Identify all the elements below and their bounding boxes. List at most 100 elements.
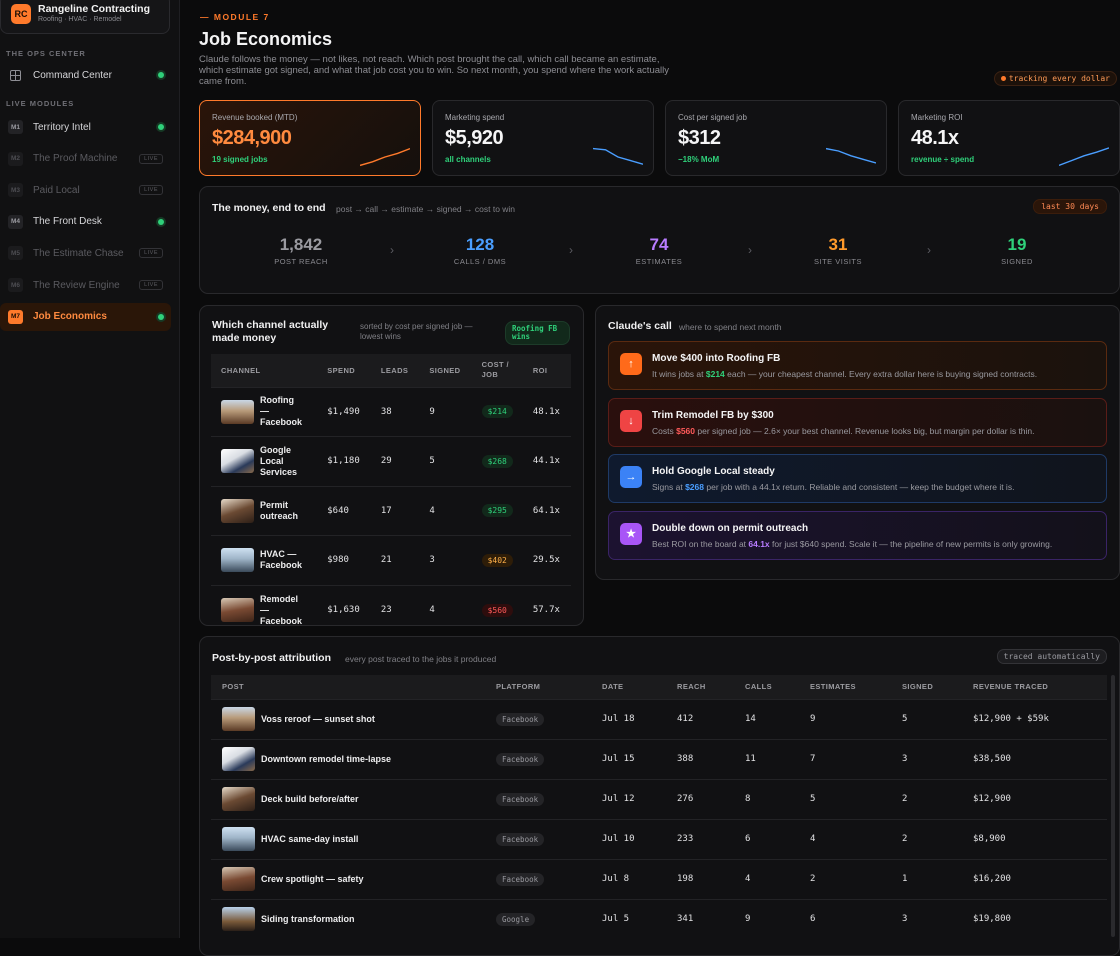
nav-module-5[interactable]: M5 The Estimate Chase LIVE (0, 239, 171, 267)
grid-icon (10, 69, 21, 81)
sparkline-path (360, 147, 410, 167)
brand-switcher[interactable]: RC Rangeline Contracting Roofing · HVAC … (0, 0, 170, 34)
post-thumbnail (222, 827, 255, 851)
highlight-value: 64.1x (748, 538, 770, 549)
cost-per-job-pill: $402 (481, 553, 513, 567)
nav-label: The Front Desk (33, 216, 102, 228)
funnel-step: 31 SITE VISITS (778, 235, 898, 266)
date-cell: Jul 18 (591, 698, 666, 739)
cost-per-job-pill: $295 (481, 504, 513, 518)
live-tag: LIVE (139, 248, 163, 259)
module-number: M1 (8, 120, 23, 134)
column-header: CHANNEL (211, 354, 318, 387)
channel-thumbnail (221, 498, 254, 523)
date-cell: Jul 8 (591, 858, 666, 899)
cost-per-job-pill: $214 (481, 405, 513, 419)
recommendation-card[interactable]: ↓ Trim Remodel FB by $300 Costs $560 per… (608, 397, 1107, 447)
recommendations-panel: Claude's call where to spend next month … (595, 305, 1120, 580)
recommendation-card[interactable]: → Hold Google Local steady Signs at $268… (608, 454, 1107, 503)
recommendation-card[interactable]: ★ Double down on permit outreach Best RO… (608, 510, 1107, 560)
brand-badge: RC (11, 4, 31, 24)
column-header: REACH (666, 675, 734, 699)
table-row[interactable]: Deck build before/after Facebook Jul 12 … (211, 778, 1107, 819)
brand-sub: Roofing · HVAC · Remodel (38, 16, 122, 23)
table-row[interactable]: Roofing — Facebook $1,490 38 9 $214 48.1… (211, 386, 571, 437)
signed-cell: 3 (891, 738, 962, 779)
funnel-label: CALLS / DMS (453, 257, 507, 266)
nav-module-6[interactable]: M6 The Review Engine LIVE (0, 271, 171, 299)
nav-label: Command Center (33, 69, 112, 81)
funnel-step: 128 CALLS / DMS (420, 235, 540, 266)
column-header: SIGNED (891, 675, 962, 699)
column-header: PLATFORM (485, 675, 591, 699)
table-row[interactable]: HVAC — Facebook $980 21 3 $402 29.5x (211, 535, 571, 585)
nav-module-3[interactable]: M3 Paid Local LIVE (0, 176, 171, 204)
cost-per-job-pill: $560 (481, 603, 513, 617)
attribution-subtitle: every post traced to the jobs it produce… (345, 654, 497, 664)
funnel-step: 74 ESTIMATES (599, 235, 719, 266)
body-text: each — your cheapest channel. Every extr… (724, 369, 1038, 379)
table-scrollbar[interactable] (1111, 675, 1115, 937)
channel-thumbnail (221, 598, 254, 622)
calls-cell: 14 (734, 698, 799, 739)
kpi-card[interactable]: Marketing ROI 48.1x revenue ÷ spend (898, 100, 1120, 176)
status-dot (158, 72, 164, 78)
column-header: ESTIMATES (799, 675, 891, 699)
roi-cell: 48.1x (522, 386, 571, 437)
date-cell: Jul 15 (591, 738, 666, 779)
spend-cell: $1,180 (317, 436, 371, 486)
live-tag: LIVE (139, 185, 163, 196)
platform-pill: Facebook (496, 753, 545, 766)
roi-cell: 57.7x (522, 584, 571, 635)
ops-section-label: THE OPS CENTER (6, 49, 86, 58)
nav-label: The Review Engine (33, 279, 120, 291)
module-number: M7 (8, 309, 23, 324)
leads-cell: 23 (370, 584, 420, 635)
revenue-cell: $16,200 (962, 858, 1107, 899)
estimates-cell: 7 (799, 738, 891, 779)
date-range-button[interactable]: last 30 days (1033, 199, 1107, 214)
kpi-value: $284,900 (212, 127, 292, 149)
nav-label: Territory Intel (33, 121, 91, 133)
chevron-right-icon: › (390, 243, 394, 257)
post-thumbnail (222, 707, 255, 731)
table-row[interactable]: Crew spotlight — safety Facebook Jul 8 1… (211, 858, 1107, 899)
nav-module-7[interactable]: M7 Job Economics (0, 302, 171, 331)
table-row[interactable]: Permit outreach $640 17 4 $295 64.1x (211, 485, 571, 536)
calls-cell: 4 (734, 858, 799, 899)
kpi-label: Revenue booked (MTD) (212, 113, 298, 122)
recommendation-body: Best ROI on the board at 64.1x for just … (652, 539, 1052, 549)
kpi-card[interactable]: Marketing spend $5,920 all channels (432, 100, 654, 176)
table-row[interactable]: Remodel — Facebook $1,630 23 4 $560 57.7… (211, 584, 571, 635)
nav-command-center[interactable]: Command Center (0, 61, 171, 89)
table-row[interactable]: Downtown remodel time-lapse Facebook Jul… (211, 738, 1107, 779)
revenue-cell: $8,900 (962, 818, 1107, 859)
kpi-subtext: all channels (445, 155, 491, 164)
nav-module-4[interactable]: M4 The Front Desk (0, 208, 171, 236)
signed-cell: 9 (419, 386, 472, 437)
calls-cell: 9 (734, 898, 799, 939)
table-row[interactable]: Voss reroof — sunset shot Facebook Jul 1… (211, 698, 1107, 739)
table-row[interactable]: HVAC same-day install Facebook Jul 10 23… (211, 818, 1107, 859)
funnel-label: SITE VISITS (813, 257, 862, 266)
channel-thumbnail (221, 399, 254, 424)
star-icon: ★ (620, 522, 642, 545)
platform-pill: Facebook (496, 873, 545, 886)
recommendation-card[interactable]: ↑ Move $400 into Roofing FB It wins jobs… (608, 341, 1107, 390)
kpi-label: Marketing ROI (911, 113, 963, 122)
brand-name: Rangeline Contracting (38, 3, 151, 15)
platform-pill: Facebook (496, 713, 545, 726)
nav-module-1[interactable]: M1 Territory Intel (0, 113, 171, 141)
channel-name: Remodel — Facebook (260, 593, 303, 626)
column-header: REVENUE TRACED (962, 675, 1107, 699)
roi-cell: 44.1x (522, 436, 571, 486)
kpi-card[interactable]: Revenue booked (MTD) $284,900 19 signed … (199, 100, 421, 176)
spend-cell: $1,630 (317, 584, 371, 635)
table-row[interactable]: Siding transformation Google Jul 5 341 9… (211, 898, 1107, 939)
kpi-card[interactable]: Cost per signed job $312 −18% MoM (665, 100, 887, 176)
nav-module-2[interactable]: M2 The Proof Machine LIVE (0, 145, 171, 173)
spend-cell: $1,490 (317, 386, 371, 437)
table-row[interactable]: Google Local Services $1,180 29 5 $268 4… (211, 436, 571, 486)
post-thumbnail (222, 787, 255, 811)
recommendation-body: It wins jobs at $214 each — your cheapes… (652, 369, 1037, 379)
